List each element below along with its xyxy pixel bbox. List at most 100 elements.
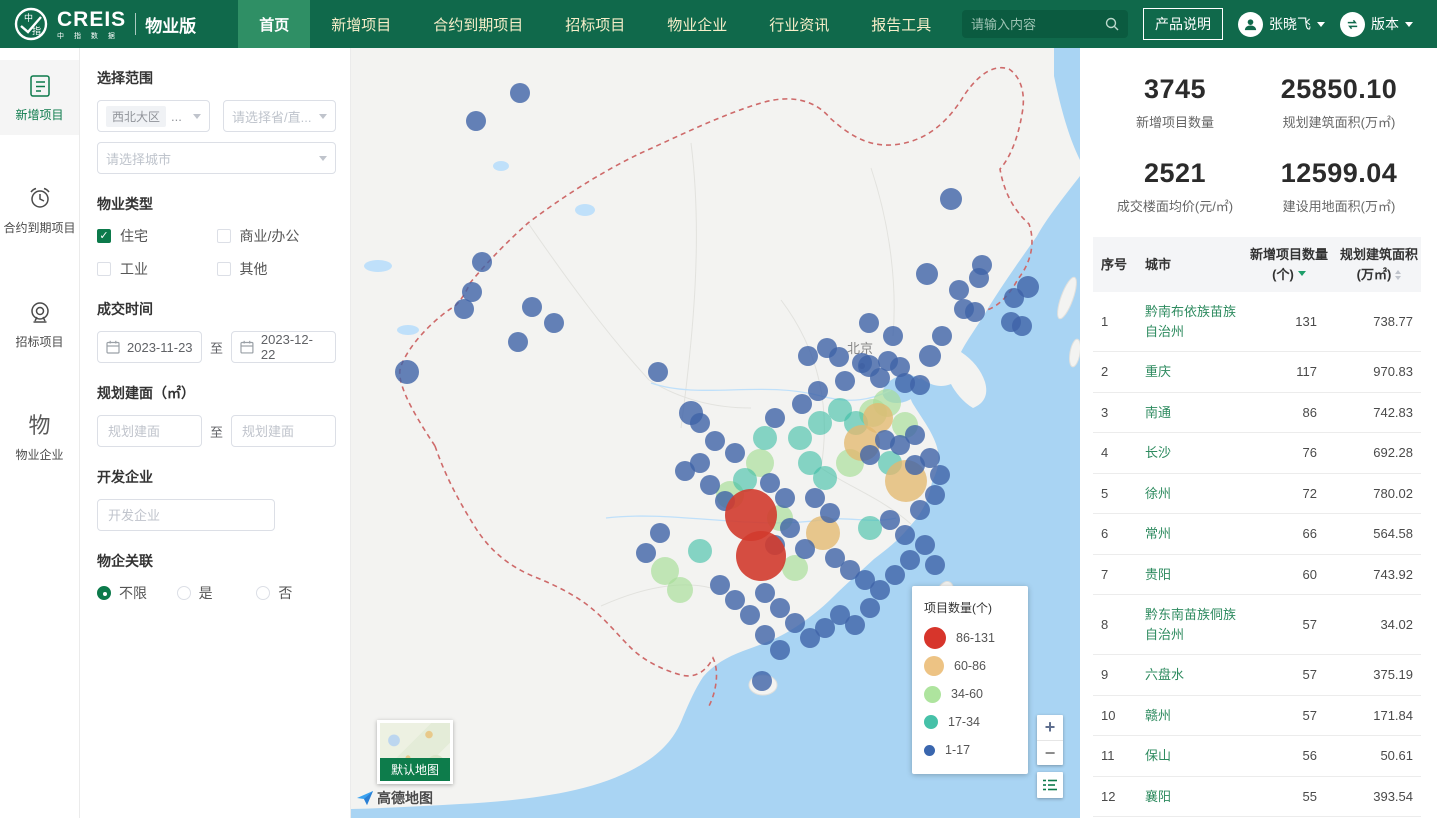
map-bubble[interactable] (760, 473, 780, 493)
map-bubble[interactable] (808, 381, 828, 401)
map-bubble[interactable] (667, 577, 693, 603)
nav-item-6[interactable]: 报告工具 (850, 0, 952, 48)
map-bubble[interactable] (788, 426, 812, 450)
map-bubble[interactable] (919, 345, 941, 367)
city-link[interactable]: 长沙 (1145, 445, 1171, 460)
date-from-input[interactable]: 2023-11-23 (97, 331, 202, 363)
map-style-selector[interactable]: 默认地图 (377, 720, 453, 784)
city-link[interactable]: 南通 (1145, 405, 1171, 420)
plan-area-max-input[interactable] (231, 415, 336, 447)
map-bubble[interactable] (544, 313, 564, 333)
map-bubble[interactable] (785, 613, 805, 633)
map-bubble[interactable] (1012, 316, 1032, 336)
map-bubble[interactable] (725, 443, 745, 463)
map-bubble[interactable] (690, 413, 710, 433)
map-bubble[interactable] (925, 485, 945, 505)
map-bubble[interactable] (905, 455, 925, 475)
city-link[interactable]: 黔南布依族苗族自治州 (1145, 304, 1236, 339)
map-bubble[interactable] (820, 503, 840, 523)
sort-icons[interactable] (1395, 267, 1401, 283)
map-bubble[interactable] (900, 550, 920, 570)
sidebar-item-1[interactable]: 合约到期项目 (0, 173, 79, 248)
city-link[interactable]: 赣州 (1145, 708, 1171, 723)
map-bubble[interactable] (510, 83, 530, 103)
map-bubble[interactable] (725, 590, 745, 610)
map-bubble[interactable] (883, 326, 903, 346)
map-bubble[interactable] (705, 431, 725, 451)
city-link[interactable]: 保山 (1145, 748, 1171, 763)
map-bubble[interactable] (858, 516, 882, 540)
map-bubble[interactable] (905, 425, 925, 445)
nav-item-0[interactable]: 首页 (238, 0, 310, 48)
developer-input[interactable] (97, 499, 275, 531)
map-bubble[interactable] (395, 360, 419, 384)
search-input[interactable] (971, 17, 1099, 32)
sidebar-item-3[interactable]: 物物业企业 (0, 400, 79, 475)
sidebar-item-0[interactable]: 新增项目 (0, 60, 79, 135)
map-bubble[interactable] (878, 351, 898, 371)
map-bubble[interactable] (870, 368, 890, 388)
brand-logo[interactable]: 中 指 CREIS 中 指 数 据 物业版 (0, 7, 212, 41)
map-bubble[interactable] (805, 488, 825, 508)
map-bubble[interactable] (875, 430, 895, 450)
nav-item-5[interactable]: 行业资讯 (748, 0, 850, 48)
map-bubble[interactable] (733, 468, 757, 492)
map-bubble[interactable] (792, 394, 812, 414)
city-link[interactable]: 黔东南苗族侗族自治州 (1145, 607, 1236, 642)
search-icon[interactable] (1105, 17, 1119, 31)
map-bubble[interactable] (940, 188, 962, 210)
map-bubble[interactable] (845, 615, 865, 635)
map-bubble[interactable] (700, 475, 720, 495)
radio-relation-2[interactable]: 否 (256, 583, 336, 603)
map-bubble[interactable] (462, 282, 482, 302)
radio-relation-1[interactable]: 是 (177, 583, 257, 603)
map-bubble[interactable] (780, 518, 800, 538)
checkbox-property-type-2[interactable]: 工业 (97, 259, 217, 279)
map-bubble[interactable] (915, 535, 935, 555)
map-bubble[interactable] (675, 461, 695, 481)
map-bubble[interactable] (880, 510, 900, 530)
map-bubble[interactable] (765, 408, 785, 428)
map-bubble[interactable] (969, 268, 989, 288)
nav-item-4[interactable]: 物业企业 (646, 0, 748, 48)
city-link[interactable]: 徐州 (1145, 486, 1171, 501)
sort-desc-icon[interactable] (1298, 271, 1306, 280)
map-bubble[interactable] (466, 111, 486, 131)
sidebar-item-2[interactable]: 招标项目 (0, 287, 79, 362)
map-bubble[interactable] (916, 263, 938, 285)
map-bubble[interactable] (895, 525, 915, 545)
province-select[interactable]: 请选择省/直... (223, 100, 336, 132)
city-link[interactable]: 六盘水 (1145, 667, 1184, 682)
map-bubble[interactable] (932, 326, 952, 346)
map-bubble[interactable] (835, 371, 855, 391)
map-bubble[interactable] (852, 353, 872, 373)
nav-item-3[interactable]: 招标项目 (544, 0, 646, 48)
date-to-input[interactable]: 2023-12-22 (231, 331, 336, 363)
city-link[interactable]: 常州 (1145, 526, 1171, 541)
checkbox-property-type-3[interactable]: 其他 (217, 259, 337, 279)
legend-toggle-button[interactable] (1037, 772, 1063, 798)
map-bubble[interactable] (813, 466, 837, 490)
map-bubble[interactable] (755, 583, 775, 603)
map-bubble[interactable] (829, 347, 849, 367)
map-canvas[interactable]: 北京 项目数量(个) 86-13160-8634-6017-341-17 + − (351, 48, 1080, 818)
map-bubble[interactable] (752, 671, 772, 691)
nav-item-2[interactable]: 合约到期项目 (412, 0, 544, 48)
zoom-in-button[interactable]: + (1037, 715, 1063, 740)
checkbox-property-type-0[interactable]: ✓住宅 (97, 226, 217, 246)
map-bubble[interactable] (775, 488, 795, 508)
map-bubble[interactable] (949, 280, 969, 300)
map-bubble[interactable] (808, 411, 832, 435)
map-bubble[interactable] (895, 373, 915, 393)
map-bubble[interactable] (910, 500, 930, 520)
zoom-out-button[interactable]: − (1037, 740, 1063, 765)
nav-item-1[interactable]: 新增项目 (310, 0, 412, 48)
map-bubble[interactable] (522, 297, 542, 317)
checkbox-property-type-1[interactable]: 商业/办公 (217, 226, 337, 246)
plan-area-min-input[interactable] (97, 415, 202, 447)
map-bubble[interactable] (1004, 288, 1024, 308)
map-bubble[interactable] (472, 252, 492, 272)
map-bubble[interactable] (736, 531, 786, 581)
map-bubble[interactable] (650, 523, 670, 543)
map-bubble[interactable] (925, 555, 945, 575)
